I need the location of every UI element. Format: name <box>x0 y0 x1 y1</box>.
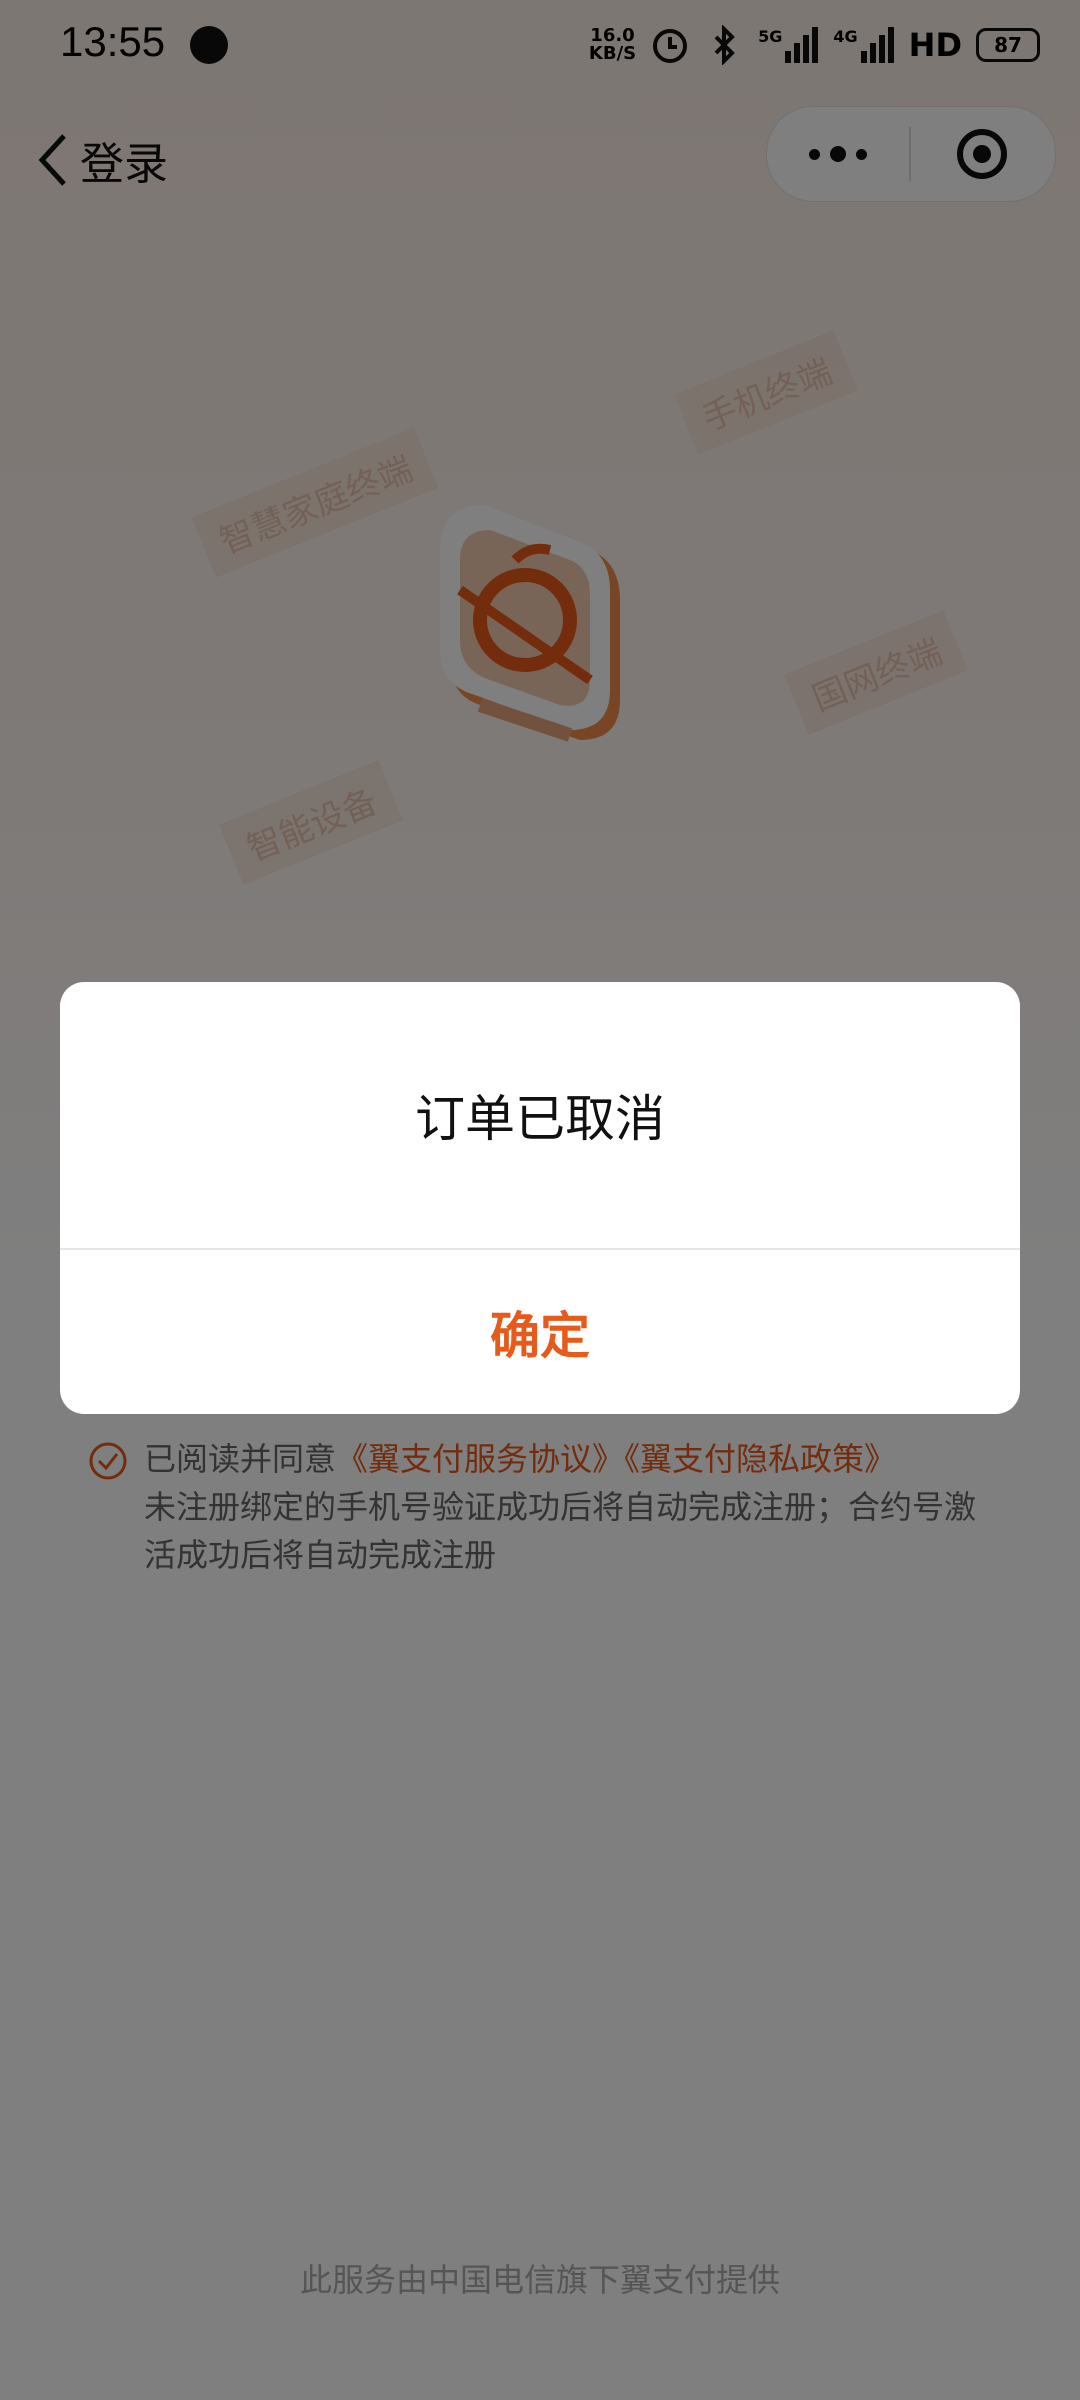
dialog-title: 订单已取消 <box>415 1090 665 1148</box>
screen: 13:55 16.0 KB/S 5G <box>0 0 1080 2400</box>
confirm-button[interactable]: 确定 <box>60 1250 1020 1414</box>
alert-dialog: 订单已取消 确定 <box>60 982 1020 1414</box>
